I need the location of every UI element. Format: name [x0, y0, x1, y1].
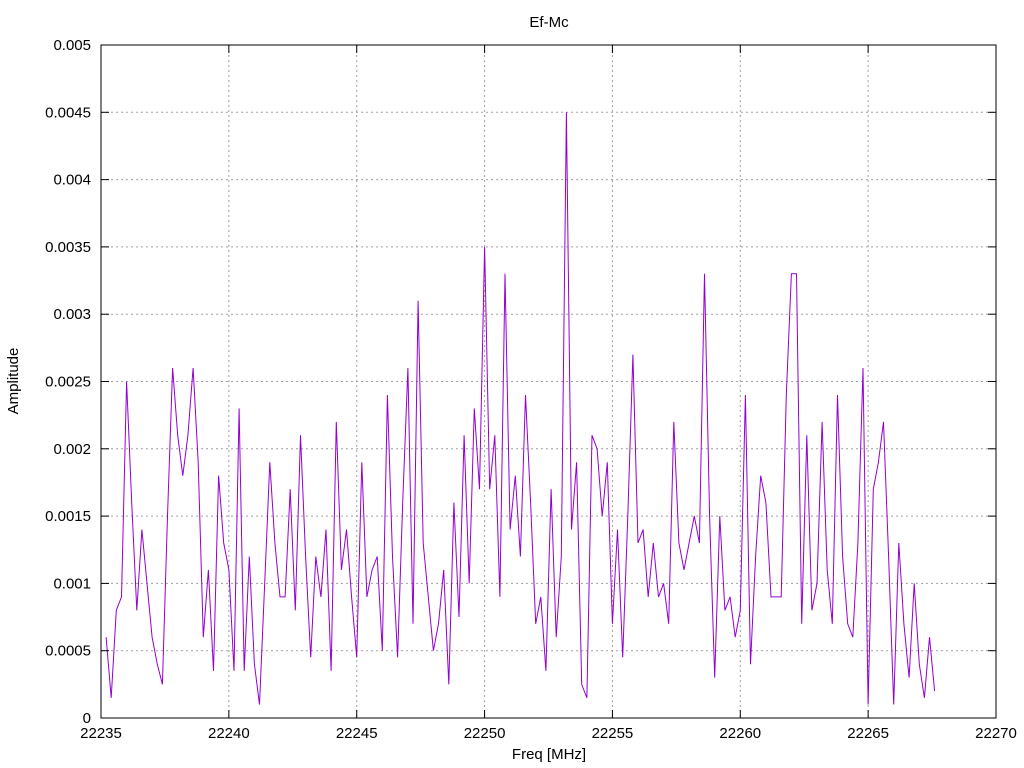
y-tick-label: 0.0045 [45, 104, 91, 121]
y-tick-label: 0.003 [53, 306, 91, 323]
y-tick-label: 0.0035 [45, 239, 91, 256]
y-tick-label: 0.004 [53, 172, 91, 189]
x-tick-label: 22270 [975, 725, 1017, 742]
y-tick-label: 0.0025 [45, 374, 91, 391]
y-tick-label: 0.001 [53, 575, 91, 592]
y-tick-label: 0.0015 [45, 508, 91, 525]
x-tick-label: 22255 [592, 725, 634, 742]
y-tick-label: 0 [83, 710, 91, 727]
x-tick-label: 22235 [80, 725, 122, 742]
x-tick-label: 22260 [719, 725, 761, 742]
y-tick-label: 0.005 [53, 37, 91, 54]
x-tick-label: 22245 [336, 725, 378, 742]
x-tick-label: 22240 [208, 725, 250, 742]
x-tick-label: 22250 [464, 725, 506, 742]
line-chart: Ef-Mc 22235 22240 22245 22250 22255 22260 2226… [0, 0, 1024, 768]
y-axis-label: Amplitude [5, 348, 22, 415]
chart-background [0, 0, 1024, 768]
x-tick-label: 22265 [847, 725, 889, 742]
y-tick-label: 0.0005 [45, 643, 91, 660]
chart-title: Ef-Mc [529, 14, 569, 31]
x-axis-label: Freq [MHz] [512, 746, 586, 763]
y-tick-label: 0.002 [53, 441, 91, 458]
